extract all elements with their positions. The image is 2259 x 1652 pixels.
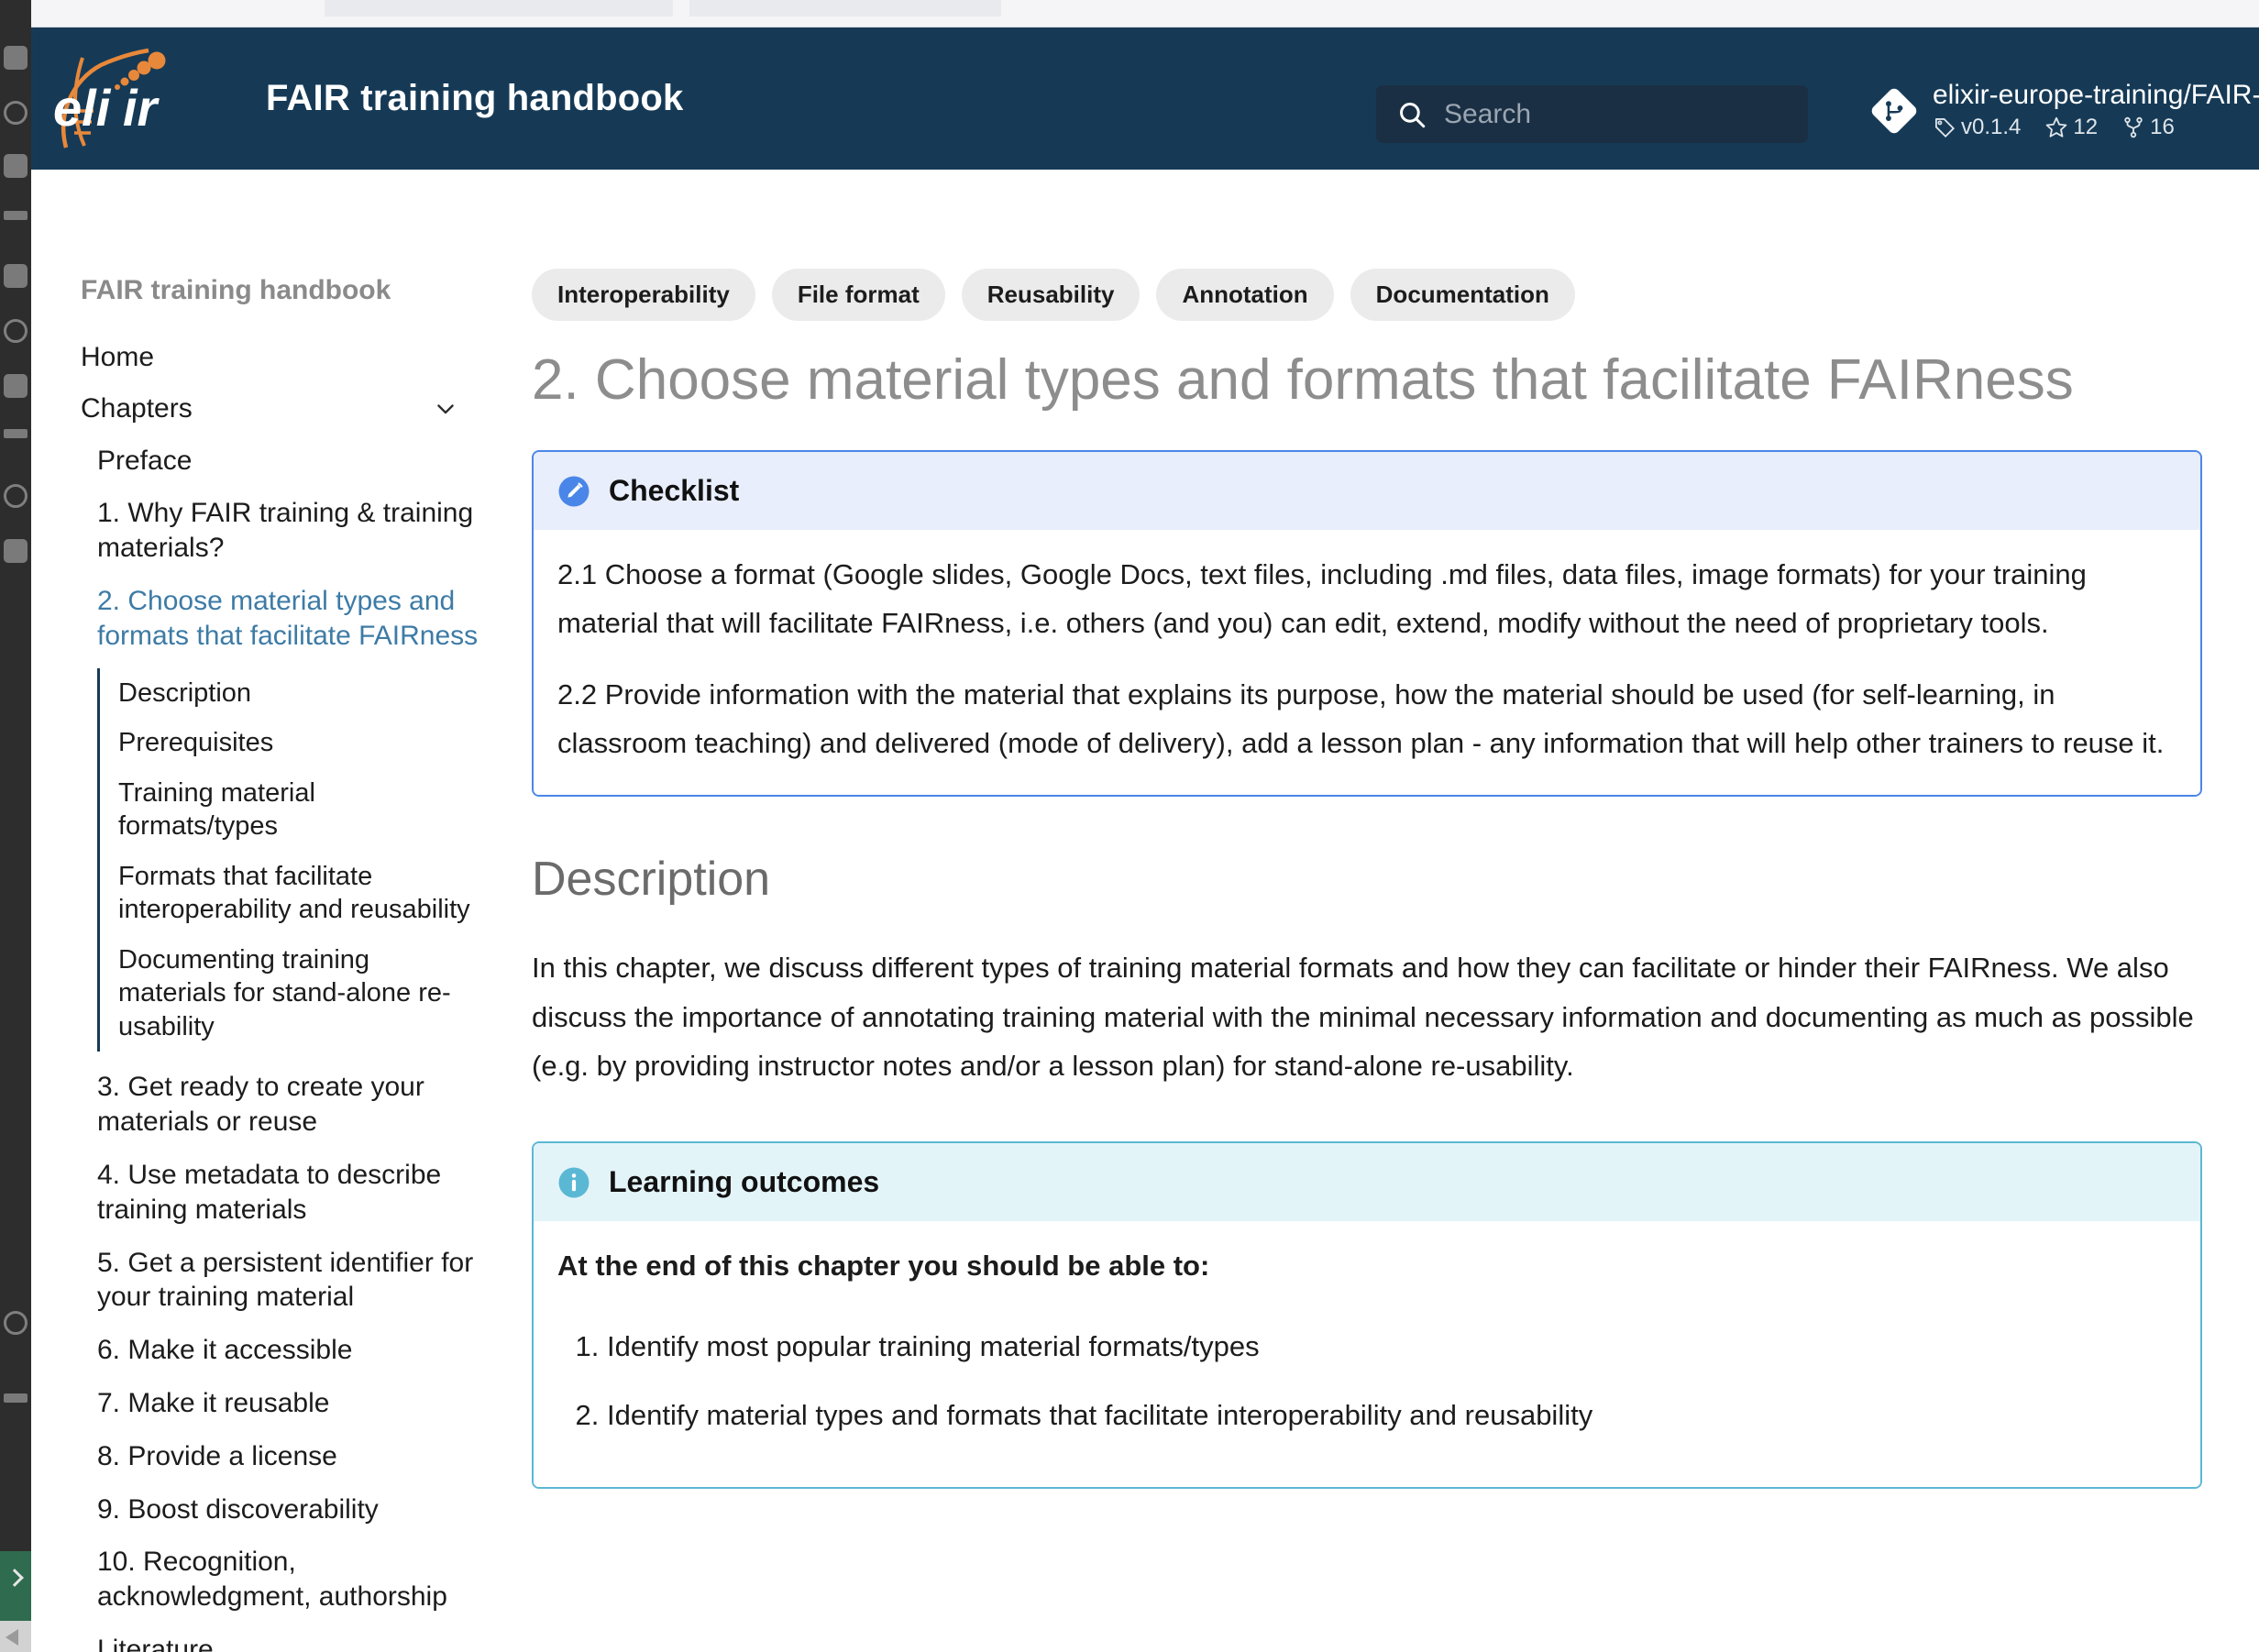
search-icon	[1400, 102, 1426, 127]
play-triangle-icon	[6, 1629, 18, 1646]
sidebar-item-chapter-preface[interactable]: Preface	[51, 435, 480, 488]
sidebar-item-chapter-6[interactable]: 6. Make it accessible	[51, 1324, 480, 1377]
tag-reusability[interactable]: Reusability	[961, 269, 1141, 321]
dock-icon-10[interactable]	[4, 539, 28, 563]
browser-tab-strip[interactable]	[31, 0, 2259, 28]
tag-interoperability[interactable]: Interoperability	[532, 269, 755, 321]
dock-icon-7[interactable]	[4, 374, 28, 398]
tag-row: Interoperability File format Reusability…	[532, 269, 2202, 321]
learning-outcomes-title: Learning outcomes	[609, 1165, 880, 1199]
svg-text:eli: eli	[53, 79, 112, 137]
dock-icon-3[interactable]	[4, 154, 28, 178]
checklist-item-2-1: 2.1 Choose a format (Google slides, Goog…	[557, 558, 2087, 640]
description-paragraph: In this chapter, we discuss different ty…	[532, 952, 2194, 1083]
repo-version-stat: v0.1.4	[1933, 115, 2021, 140]
learning-outcomes-header: Learning outcomes	[534, 1143, 2200, 1222]
dock-icon-1[interactable]	[4, 46, 28, 70]
sidebar-item-home[interactable]: Home	[51, 332, 480, 383]
elixir-logo-icon: eli ir	[53, 48, 166, 149]
sidebar-item-chapter-3[interactable]: 3. Get ready to create your materials or…	[51, 1061, 480, 1149]
dock-icon-12[interactable]	[4, 1393, 28, 1403]
sidebar-item-chapter-1[interactable]: 1. Why FAIR training & training material…	[51, 487, 480, 575]
dock-terminal-app[interactable]	[0, 1551, 31, 1621]
sidebar-chapters-label: Chapters	[81, 392, 193, 424]
dock-icon-5[interactable]	[4, 264, 28, 288]
learning-outcomes-list: Identify most popular training material …	[607, 1322, 2176, 1440]
dock-icon-11[interactable]	[4, 1311, 28, 1335]
browser-tab-1[interactable]	[325, 0, 673, 17]
dock-icon-8[interactable]	[4, 429, 28, 438]
sidebar-item-chapter-2[interactable]: 2. Choose material types and formats tha…	[51, 575, 480, 663]
sidebar-subitem-documenting-materials[interactable]: Documenting training materials for stand…	[100, 935, 480, 1052]
tag-icon	[1934, 118, 1956, 138]
sidebar-item-chapter-8[interactable]: 8. Provide a license	[51, 1430, 480, 1483]
sidebar-heading: FAIR training handbook	[81, 275, 391, 305]
repo-stars-stat: 12	[2044, 115, 2098, 140]
chapter-2-subnav: Description Prerequisites Training mater…	[97, 667, 480, 1052]
tag-file-format[interactable]: File format	[771, 269, 945, 321]
sidebar-item-chapter-9[interactable]: 9. Boost discoverability	[51, 1483, 480, 1536]
dock-icon-6[interactable]	[4, 319, 28, 343]
learning-outcome-item: Identify material types and formats that…	[607, 1391, 2176, 1439]
sidebar-navigation: FAIR training handbook Home Chapters Pre…	[31, 170, 508, 1652]
site-title: FAIR training handbook	[266, 78, 684, 118]
tag-documentation[interactable]: Documentation	[1350, 269, 1575, 321]
checklist-callout-title: Checklist	[609, 474, 740, 508]
dock-icon-4[interactable]	[4, 211, 28, 220]
search-input[interactable]	[1444, 98, 1798, 130]
sidebar-item-chapter-5[interactable]: 5. Get a persistent identifier for your …	[51, 1237, 480, 1325]
repository-link[interactable]: elixir-europe-training/FAIR-... v0.1.4 1…	[1870, 80, 2259, 140]
checklist-item-2-2: 2.2 Provide information with the materia…	[557, 677, 2165, 760]
info-circle-icon	[558, 1167, 590, 1198]
repository-name: elixir-europe-training/FAIR-...	[1933, 80, 2259, 110]
checklist-callout: Checklist 2.1 Choose a format (Google sl…	[532, 450, 2202, 798]
learning-outcome-item: Identify most popular training material …	[607, 1322, 2176, 1371]
desktop-dock[interactable]	[0, 0, 31, 1652]
checklist-callout-body: 2.1 Choose a format (Google slides, Goog…	[534, 530, 2200, 796]
svg-text:ir: ir	[123, 79, 160, 137]
pencil-circle-icon	[558, 476, 590, 507]
main-content: Interoperability File format Reusability…	[508, 170, 2259, 1652]
learning-outcomes-body: At the end of this chapter you should be…	[534, 1221, 2200, 1488]
sidebar-item-chapter-10[interactable]: 10. Recognition, acknowledgment, authors…	[51, 1536, 480, 1624]
search-box[interactable]	[1376, 85, 1808, 143]
repository-stats: v0.1.4 12 16	[1933, 115, 2259, 140]
browser-tab-2[interactable]	[689, 0, 1001, 17]
dock-bottom-tile[interactable]	[0, 1621, 31, 1652]
description-body: In this chapter, we discuss different ty…	[532, 943, 2202, 1090]
brand-block[interactable]: eli ir FAIR training handbook	[46, 45, 684, 153]
dock-icon-2[interactable]	[4, 101, 28, 125]
fork-icon	[2124, 117, 2143, 138]
description-heading: Description	[532, 853, 771, 907]
tag-annotation[interactable]: Annotation	[1156, 269, 1334, 321]
repo-stars-label: 12	[2073, 115, 2099, 140]
site-header: eli ir FAIR training handbook elixir-eur…	[31, 28, 2259, 170]
page-body: FAIR training handbook Home Chapters Pre…	[31, 170, 2259, 1652]
sidebar-item-chapter-7[interactable]: 7. Make it reusable	[51, 1377, 480, 1430]
repo-version-label: v0.1.4	[1961, 115, 2022, 140]
star-icon	[2046, 117, 2067, 138]
checklist-callout-header: Checklist	[534, 452, 2200, 531]
terminal-prompt-icon	[6, 1569, 24, 1587]
learning-outcomes-callout: Learning outcomes At the end of this cha…	[532, 1141, 2202, 1490]
git-branch-icon	[1871, 88, 1917, 133]
repo-forks-stat: 16	[2121, 115, 2175, 140]
sidebar-subitem-description[interactable]: Description	[100, 668, 480, 719]
chevron-down-icon[interactable]	[433, 396, 458, 422]
sidebar-subitem-formats-interoperability[interactable]: Formats that facilitate interoperability…	[100, 852, 480, 935]
sidebar-item-literature[interactable]: Literature	[51, 1624, 480, 1652]
learning-outcomes-lead: At the end of this chapter you should be…	[557, 1250, 1210, 1283]
sidebar-item-chapters[interactable]: Chapters	[51, 383, 480, 435]
dock-icon-9[interactable]	[4, 484, 28, 508]
sidebar-subitem-prerequisites[interactable]: Prerequisites	[100, 718, 480, 768]
repo-forks-label: 16	[2150, 115, 2175, 140]
repository-text: elixir-europe-training/FAIR-... v0.1.4 1…	[1933, 80, 2259, 140]
page-title: 2. Choose material types and formats tha…	[532, 348, 2074, 412]
sidebar-item-chapter-4[interactable]: 4. Use metadata to describe training mat…	[51, 1149, 480, 1237]
sidebar-subitem-training-material-formats[interactable]: Training material formats/types	[100, 768, 480, 852]
